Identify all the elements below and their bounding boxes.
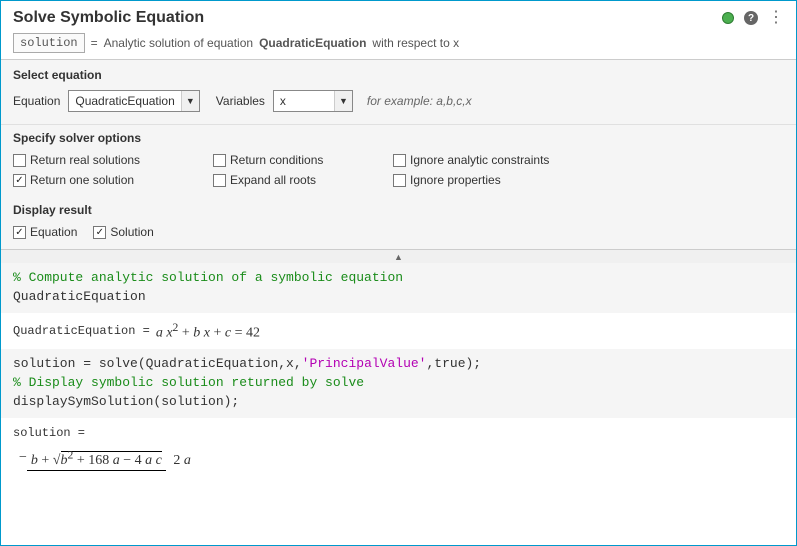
checkbox-return-one[interactable]: ✓ Return one solution [13, 173, 213, 187]
checkbox-box [13, 154, 26, 167]
equation-expression: a x2 + b x + c = 42 [156, 321, 260, 342]
checkbox-label: Ignore properties [410, 173, 501, 187]
chevron-down-icon: ▼ [334, 91, 352, 111]
checkbox-box: ✓ [13, 174, 26, 187]
subtitle-pre: Analytic solution of equation [104, 36, 253, 50]
display-checkbox-row: ✓ Equation ✓ Solution [13, 225, 784, 239]
equation-label: Equation [13, 94, 60, 108]
equals-sign: = [91, 36, 98, 50]
display-result-label: Display result [13, 203, 784, 217]
variables-hint: for example: a,b,c,x [367, 94, 472, 108]
checkbox-label: Return one solution [30, 173, 134, 187]
checkbox-box [213, 154, 226, 167]
code-comment: % Compute analytic solution of a symboli… [13, 270, 403, 285]
code-line-solve-a: solution = solve(QuadraticEquation,x, [13, 356, 302, 371]
code-comment: % Display symbolic solution returned by … [13, 375, 364, 390]
code-string: 'PrincipalValue' [302, 356, 427, 371]
select-equation-section: Select equation Equation QuadraticEquati… [1, 60, 796, 125]
output-lhs: QuadraticEquation = [13, 324, 150, 338]
solver-options-label: Specify solver options [13, 131, 784, 145]
variables-combobox[interactable]: x ▼ [273, 90, 353, 112]
checkbox-box [213, 174, 226, 187]
help-icon[interactable]: ? [744, 11, 758, 25]
checkbox-label: Return conditions [230, 153, 323, 167]
code-block-1: % Compute analytic solution of a symboli… [1, 263, 796, 313]
checkbox-return-real[interactable]: Return real solutions [13, 153, 213, 167]
solution-expression: − b + √b2 + 168 a − 4 a c 2 a [13, 444, 784, 473]
minus-sign: − [19, 450, 27, 466]
chevron-down-icon: ▼ [181, 91, 199, 111]
code-line-solve-b: ,true); [426, 356, 481, 371]
task-header: Solve Symbolic Equation ? ⋮ solution = A… [1, 1, 796, 60]
checkbox-expand-roots[interactable]: Expand all roots [213, 173, 393, 187]
checkbox-box [393, 154, 406, 167]
checkbox-label: Return real solutions [30, 153, 140, 167]
collapse-bar[interactable]: ▲ [1, 249, 796, 263]
code-line: QuadraticEquation [13, 289, 146, 304]
checkbox-ignore-properties[interactable]: Ignore properties [393, 173, 613, 187]
checkbox-box: ✓ [93, 226, 106, 239]
equation-select-value: QuadraticEquation [69, 94, 180, 108]
checkbox-ignore-analytic[interactable]: Ignore analytic constraints [393, 153, 613, 167]
task-title: Solve Symbolic Equation [13, 9, 204, 27]
header-icons: ? ⋮ [722, 10, 784, 26]
fraction-denominator: 2 a [169, 451, 195, 468]
solution-output: solution = − b + √b2 + 168 a − 4 a c 2 a [1, 418, 796, 477]
code-block-2: solution = solve(QuadraticEquation,x,'Pr… [1, 349, 796, 418]
checkbox-label: Ignore analytic constraints [410, 153, 549, 167]
subtitle-post: with respect to x [372, 36, 459, 50]
solver-options-section: Specify solver options Return real solut… [1, 125, 796, 197]
more-icon[interactable]: ⋮ [768, 10, 784, 26]
fraction: b + √b2 + 168 a − 4 a c 2 a [27, 448, 195, 469]
equation-select[interactable]: QuadraticEquation ▼ [68, 90, 199, 112]
status-icon [722, 12, 734, 24]
checkbox-label: Expand all roots [230, 173, 316, 187]
output-variable-box[interactable]: solution [13, 33, 85, 53]
solver-checkbox-grid: Return real solutions Return conditions … [13, 153, 784, 187]
equation-row: Equation QuadraticEquation ▼ Variables x… [13, 90, 784, 112]
checkbox-box: ✓ [13, 226, 26, 239]
checkbox-display-equation[interactable]: ✓ Equation [13, 225, 77, 239]
equation-output: QuadraticEquation = a x2 + b x + c = 42 [1, 313, 796, 350]
solution-lhs: solution = [13, 426, 784, 440]
variables-label: Variables [216, 94, 265, 108]
triangle-up-icon: ▲ [394, 252, 403, 262]
variables-value: x [274, 94, 334, 108]
checkbox-display-solution[interactable]: ✓ Solution [93, 225, 153, 239]
display-result-section: Display result ✓ Equation ✓ Solution [1, 197, 796, 249]
checkbox-label: Equation [30, 225, 77, 239]
checkbox-return-conditions[interactable]: Return conditions [213, 153, 393, 167]
title-row: Solve Symbolic Equation ? ⋮ [13, 9, 784, 27]
checkbox-label: Solution [110, 225, 153, 239]
checkbox-box [393, 174, 406, 187]
select-equation-label: Select equation [13, 68, 784, 82]
subtitle-eqname: QuadraticEquation [259, 36, 366, 50]
code-line: displaySymSolution(solution); [13, 394, 239, 409]
fraction-numerator: b + √b2 + 168 a − 4 a c [27, 453, 166, 471]
subtitle-row: solution = Analytic solution of equation… [13, 33, 784, 53]
